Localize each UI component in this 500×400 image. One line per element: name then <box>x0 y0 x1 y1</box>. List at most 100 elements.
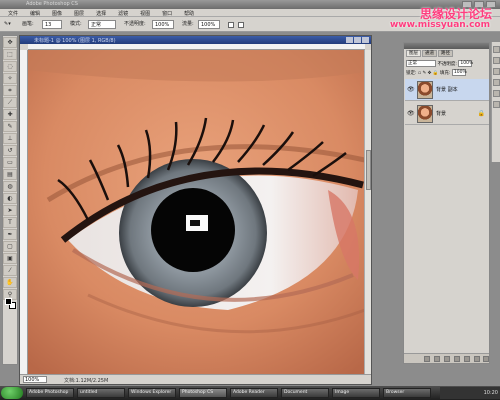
foreground-color-swatch[interactable] <box>5 298 12 305</box>
scrollbar-thumb[interactable] <box>366 150 371 190</box>
menu-item[interactable]: 选择 <box>96 10 106 17</box>
layer-thumbnail <box>417 81 433 99</box>
fill-field[interactable]: 100% <box>451 69 467 76</box>
taskbar-task-button[interactable]: Browser <box>383 388 431 398</box>
doc-close-button[interactable] <box>362 37 369 43</box>
taskbar-task-button[interactable]: Image <box>332 388 380 398</box>
dodge-tool-icon[interactable]: ◐ <box>3 193 17 204</box>
visibility-eye-icon[interactable]: 👁 <box>407 110 415 117</box>
brush-size-field[interactable]: 13 <box>42 20 62 29</box>
palette-toggle[interactable] <box>238 22 244 28</box>
lasso-tool-icon[interactable]: ◌ <box>3 61 17 72</box>
menu-item[interactable]: 图像 <box>52 10 62 17</box>
menu-item[interactable]: 帮助 <box>184 10 194 17</box>
system-tray: 10:20 <box>440 387 500 399</box>
lock-row: 锁定: ▫ ✎ ✥ 🔒 填充: 100% <box>406 69 488 77</box>
tools-panel: ✥ ⬚ ◌ ✧ ⌗ ⟋ ✚ ✎ ⊥ ↺ ▭ ▤ ◍ ◐ ➤ T ✒ ▢ ▣ ⁄ … <box>2 35 18 365</box>
clone-stamp-tool-icon[interactable]: ⊥ <box>3 133 17 144</box>
airbrush-toggle[interactable] <box>228 22 234 28</box>
clock: 10:20 <box>483 390 498 396</box>
start-button[interactable] <box>1 387 23 399</box>
layers-panel-tabs: 图层 通道 路径 <box>406 50 453 57</box>
gradient-tool-icon[interactable]: ▤ <box>3 169 17 180</box>
tab-channels[interactable]: 通道 <box>422 50 437 57</box>
doc-minimize-button[interactable] <box>346 37 353 43</box>
taskbar-task-button[interactable]: Windows Explorer <box>128 388 176 398</box>
navigator-panel-icon[interactable] <box>493 46 500 53</box>
add-mask-icon[interactable] <box>444 356 450 362</box>
trash-icon[interactable] <box>483 356 489 362</box>
actions-panel-icon[interactable] <box>493 68 500 75</box>
brush-tool-icon[interactable]: ✎ <box>3 121 17 132</box>
brush-label: 画笔: <box>22 21 34 27</box>
path-selection-tool-icon[interactable]: ➤ <box>3 205 17 216</box>
brushes-panel-icon[interactable] <box>493 101 500 108</box>
vertical-scrollbar[interactable] <box>364 50 371 376</box>
layer-opacity-field[interactable]: 100% <box>458 60 473 67</box>
watermark-url: www.missyuan.com <box>389 20 490 30</box>
styles-panel-icon[interactable] <box>493 90 500 97</box>
document-info: 文档:1.12M/2.25M <box>64 378 109 384</box>
layer-row-background[interactable]: 👁 背景 🔒 <box>405 103 489 125</box>
eraser-tool-icon[interactable]: ▭ <box>3 157 17 168</box>
swatches-panel-icon[interactable] <box>493 79 500 86</box>
layer-row-background-copy[interactable]: 👁 背景 副本 <box>405 79 489 101</box>
eyedropper-tool-icon[interactable]: ⁄ <box>3 265 17 276</box>
menu-items: 文件 编辑 图像 图层 选择 滤镜 视图 窗口 帮助 <box>8 10 194 17</box>
menu-item[interactable]: 编辑 <box>30 10 40 17</box>
new-group-icon[interactable] <box>464 356 470 362</box>
history-panel-icon[interactable] <box>493 57 500 64</box>
zoom-field[interactable]: 100% <box>23 376 47 383</box>
pen-tool-icon[interactable]: ✒ <box>3 229 17 240</box>
notes-tool-icon[interactable]: ▣ <box>3 253 17 264</box>
document-status-bar: 100% 文档:1.12M/2.25M <box>20 374 371 384</box>
magic-wand-tool-icon[interactable]: ✧ <box>3 73 17 84</box>
mode-select[interactable]: 正常 <box>88 20 116 29</box>
taskbar: Adobe Photoshop untitled Windows Explorer P… <box>0 386 500 400</box>
blur-tool-icon[interactable]: ◍ <box>3 181 17 192</box>
opacity-label: 不透明度: <box>124 21 146 27</box>
blend-mode-select[interactable]: 正常 <box>406 60 436 67</box>
shape-tool-icon[interactable]: ▢ <box>3 241 17 252</box>
menu-item[interactable]: 图层 <box>74 10 84 17</box>
hand-tool-icon[interactable]: ✋ <box>3 277 17 288</box>
mode-label: 模式: <box>70 21 82 27</box>
opacity-field[interactable]: 100% <box>152 20 174 29</box>
history-brush-tool-icon[interactable]: ↺ <box>3 145 17 156</box>
crop-tool-icon[interactable]: ⌗ <box>3 85 17 96</box>
new-layer-icon[interactable] <box>474 356 480 362</box>
taskbar-task-button[interactable]: untitled <box>77 388 125 398</box>
flow-field[interactable]: 100% <box>198 20 220 29</box>
menu-item[interactable]: 窗口 <box>162 10 172 17</box>
visibility-eye-icon[interactable]: 👁 <box>407 86 415 93</box>
flow-label: 流量: <box>182 21 194 27</box>
tab-paths[interactable]: 路径 <box>438 50 453 57</box>
slice-tool-icon[interactable]: ⟋ <box>3 97 17 108</box>
move-tool-icon[interactable]: ✥ <box>3 37 17 48</box>
menu-item[interactable]: 文件 <box>8 10 18 17</box>
layer-opacity-label: 不透明度: <box>437 62 457 67</box>
document-title: 未标题-1 @ 100% (图层 1, RGB/8) <box>34 38 116 44</box>
image-canvas[interactable] <box>28 50 365 376</box>
adjustment-layer-icon[interactable] <box>454 356 460 362</box>
link-layers-icon[interactable] <box>424 356 430 362</box>
menu-item[interactable]: 视图 <box>140 10 150 17</box>
doc-maximize-button[interactable] <box>354 37 361 43</box>
healing-brush-tool-icon[interactable]: ✚ <box>3 109 17 120</box>
app-title: Adobe Photoshop CS <box>26 1 78 7</box>
tool-preset-icon[interactable]: ✎▾ <box>4 19 11 29</box>
marquee-tool-icon[interactable]: ⬚ <box>3 49 17 60</box>
lock-icon: 🔒 <box>477 110 485 117</box>
fill-label: 填充: <box>439 71 451 76</box>
taskbar-task-button[interactable]: Document <box>281 388 329 398</box>
menu-item[interactable]: 滤镜 <box>118 10 128 17</box>
type-tool-icon[interactable]: T <box>3 217 17 228</box>
tab-layers[interactable]: 图层 <box>406 50 421 57</box>
taskbar-task-button[interactable]: Photoshop CS <box>179 388 227 398</box>
layer-style-icon[interactable] <box>434 356 440 362</box>
lock-icons[interactable]: ▫ ✎ ✥ 🔒 <box>418 71 439 76</box>
taskbar-task-button[interactable]: Adobe Reader <box>230 388 278 398</box>
taskbar-task-button[interactable]: Adobe Photoshop <box>26 388 74 398</box>
collapsed-panels-strip <box>491 42 500 162</box>
layer-name: 背景 <box>436 111 447 117</box>
